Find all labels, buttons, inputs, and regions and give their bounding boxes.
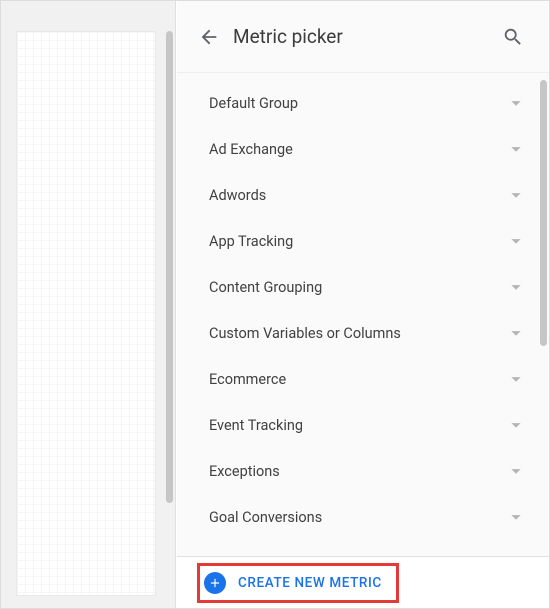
canvas-scrollbar-thumb[interactable] (166, 31, 173, 503)
chevron-down-icon (505, 138, 527, 160)
metric-groups-list: Default Group Ad Exchange Adwords App Tr… (177, 80, 537, 556)
group-row-goal-conversions[interactable]: Goal Conversions (209, 494, 537, 540)
metric-picker-panel: Metric picker Default Group Ad Exchange … (177, 1, 549, 608)
chevron-down-icon (505, 184, 527, 206)
create-new-metric-label: CREATE NEW METRIC (238, 575, 382, 591)
search-button[interactable] (495, 19, 531, 55)
create-new-metric-button[interactable]: CREATE NEW METRIC (197, 563, 399, 603)
group-label: Ad Exchange (209, 141, 293, 158)
group-row-exceptions[interactable]: Exceptions (209, 448, 537, 494)
canvas-scrollbar[interactable] (166, 31, 173, 596)
plus-icon (208, 576, 222, 590)
chevron-down-icon (505, 414, 527, 436)
arrow-left-icon (198, 26, 220, 48)
group-label: Ecommerce (209, 371, 286, 388)
group-row-ad-exchange[interactable]: Ad Exchange (209, 126, 537, 172)
canvas-area (1, 1, 176, 608)
group-row-custom-variables[interactable]: Custom Variables or Columns (209, 310, 537, 356)
group-row-event-tracking[interactable]: Event Tracking (209, 402, 537, 448)
group-row-adwords[interactable]: Adwords (209, 172, 537, 218)
search-icon (502, 26, 524, 48)
panel-body: Default Group Ad Exchange Adwords App Tr… (177, 73, 549, 556)
panel-header: Metric picker (177, 1, 549, 73)
panel-scrollbar[interactable] (540, 80, 547, 546)
group-label: Adwords (209, 187, 266, 204)
chevron-down-icon (505, 460, 527, 482)
panel-title: Metric picker (233, 25, 495, 48)
report-canvas[interactable] (16, 31, 156, 596)
group-row-internal-search[interactable]: Internal Search (209, 540, 537, 556)
chevron-down-icon (505, 322, 527, 344)
group-label: Exceptions (209, 463, 280, 480)
chevron-down-icon (505, 506, 527, 528)
chevron-down-icon (505, 92, 527, 114)
panel-footer: CREATE NEW METRIC (177, 556, 549, 608)
group-label: Internal Search (209, 555, 306, 557)
group-label: App Tracking (209, 233, 293, 250)
chevron-down-icon (505, 230, 527, 252)
back-button[interactable] (191, 19, 227, 55)
plus-badge (204, 572, 226, 594)
chevron-down-icon (505, 368, 527, 390)
group-row-ecommerce[interactable]: Ecommerce (209, 356, 537, 402)
group-row-content-grouping[interactable]: Content Grouping (209, 264, 537, 310)
group-label: Default Group (209, 95, 298, 112)
group-label: Goal Conversions (209, 509, 322, 526)
chevron-down-icon (505, 276, 527, 298)
group-row-default-group[interactable]: Default Group (209, 80, 537, 126)
group-label: Content Grouping (209, 279, 322, 296)
group-label: Event Tracking (209, 417, 303, 434)
group-row-app-tracking[interactable]: App Tracking (209, 218, 537, 264)
group-label: Custom Variables or Columns (209, 325, 401, 342)
panel-scrollbar-thumb[interactable] (540, 80, 547, 346)
chevron-down-icon (505, 552, 527, 556)
